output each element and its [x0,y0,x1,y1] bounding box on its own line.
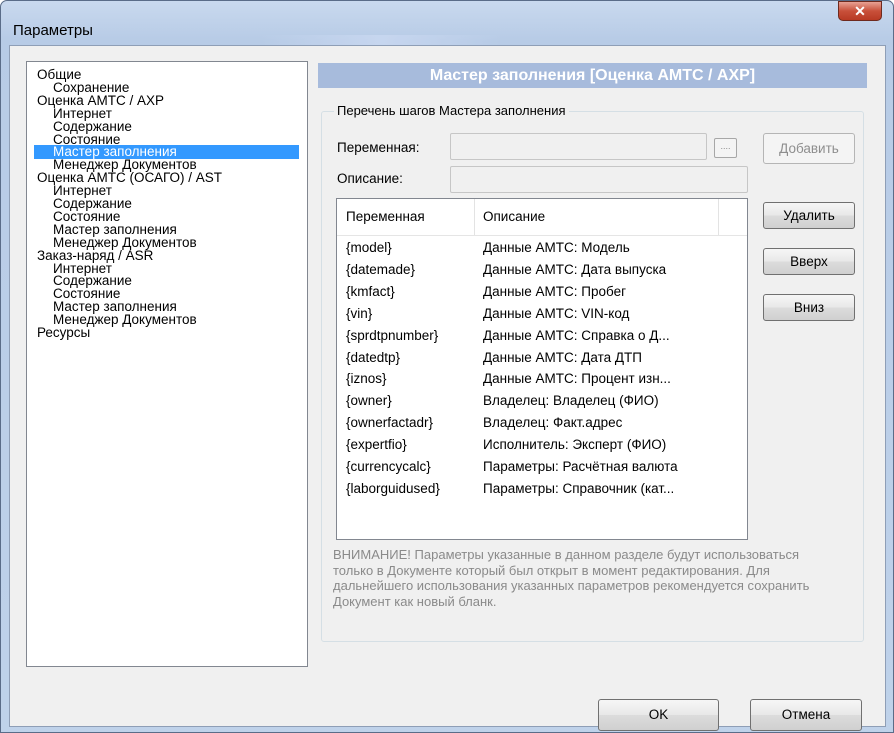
cell-variable: {datemade} [346,261,416,277]
table-row[interactable]: {kmfact} Данные АМТС: Пробег [337,281,747,303]
cell-variable: {datedtp} [346,349,401,365]
cell-description: Владелец: Владелец (ФИО) [483,393,659,409]
panel-header: Мастер заполнения [Оценка АМТС / АХР] [318,63,867,88]
cell-description: Данные АМТС: Дата ДТП [483,349,643,365]
column-header-description[interactable]: Описание [483,209,545,224]
cell-variable: {owner} [346,393,392,409]
cell-variable: {laborguidused} [346,480,440,496]
table-row[interactable]: {ownerfactadr} Владелец: Факт.адрес [337,412,747,434]
table-row[interactable]: {expertfio} Исполнитель: Эксперт (ФИО) [337,434,747,456]
cell-variable: {kmfact} [346,283,395,299]
cancel-button[interactable]: Отмена [750,699,862,731]
cell-variable: {expertfio} [346,437,407,453]
cell-variable: {sprdtpnumber} [346,327,439,343]
move-down-button[interactable]: Вниз [763,294,855,321]
cell-description: Данные АМТС: VIN-код [483,305,630,321]
title-bar[interactable]: Параметры ✕ [1,1,894,51]
description-input[interactable] [450,166,748,193]
steps-group-title: Перечень шагов Мастера заполнения [334,103,569,118]
title-glow [261,35,501,45]
column-header-variable[interactable]: Переменная [346,209,425,224]
warning-note: ВНИМАНИЕ! Параметры указанные в данном р… [333,547,810,609]
browse-button[interactable]: .... [714,138,737,158]
cell-variable: {model} [346,240,392,255]
column-divider[interactable] [474,199,475,235]
column-divider[interactable] [718,199,719,235]
cell-description: Данные АМТС: Пробег [483,283,627,299]
close-icon: ✕ [854,3,866,19]
cell-description: Данные АМТС: Модель [483,240,630,255]
cell-variable: {vin} [346,305,373,321]
cell-variable: {iznos} [346,371,387,387]
add-button[interactable]: Добавить [763,133,855,164]
ok-button[interactable]: OK [598,699,719,731]
variable-input[interactable] [450,133,707,160]
cell-description: Параметры: Расчётная валюта [483,459,678,474]
table-row[interactable]: {iznos} Данные АМТС: Процент изн... [337,368,747,390]
cell-description: Данные АМТС: Справка о Д... [483,327,670,343]
move-up-button[interactable]: Вверх [763,248,855,275]
table-row[interactable]: {datedtp} Данные АМТС: Дата ДТП [337,347,747,369]
tree-item[interactable]: Ресурсы [37,326,90,340]
variable-label: Переменная: [337,140,420,155]
steps-table[interactable]: Переменная Описание {model} Данные АМТС: … [336,198,748,540]
cell-description: Параметры: Справочник (кат... [483,480,675,496]
cell-description: Исполнитель: Эксперт (ФИО) [483,437,667,453]
description-label: Описание: [337,171,403,186]
delete-button[interactable]: Удалить [763,202,855,229]
cell-variable: {ownerfactadr} [346,415,434,431]
table-row[interactable]: {sprdtpnumber} Данные АМТС: Справка о Д..… [337,325,747,347]
cell-description: Владелец: Факт.адрес [483,415,623,431]
window-title: Параметры [13,22,93,39]
close-button[interactable]: ✕ [838,1,882,21]
table-header: Переменная Описание [337,199,747,236]
table-row[interactable]: {model} Данные АМТС: Модель [337,237,747,259]
panel-header-title: Мастер заполнения [Оценка АМТС / АХР] [429,67,756,84]
table-row[interactable]: {owner} Владелец: Владелец (ФИО) [337,390,747,412]
cell-variable: {currencycalc} [346,459,431,474]
table-row[interactable]: {currencycalc} Параметры: Расчётная валют… [337,456,747,478]
cell-description: Данные АМТС: Процент изн... [483,371,671,387]
cell-description: Данные АМТС: Дата выпуска [483,261,667,277]
table-row[interactable]: {datemade} Данные АМТС: Дата выпуска [337,259,747,281]
table-row[interactable]: {vin} Данные АМТС: VIN-код [337,303,747,325]
table-row[interactable]: {laborguidused} Параметры: Справочник (ка… [337,478,747,500]
settings-tree[interactable]: Общие Сохранение Оценка АМТС / АХР Интернет… [26,61,308,667]
